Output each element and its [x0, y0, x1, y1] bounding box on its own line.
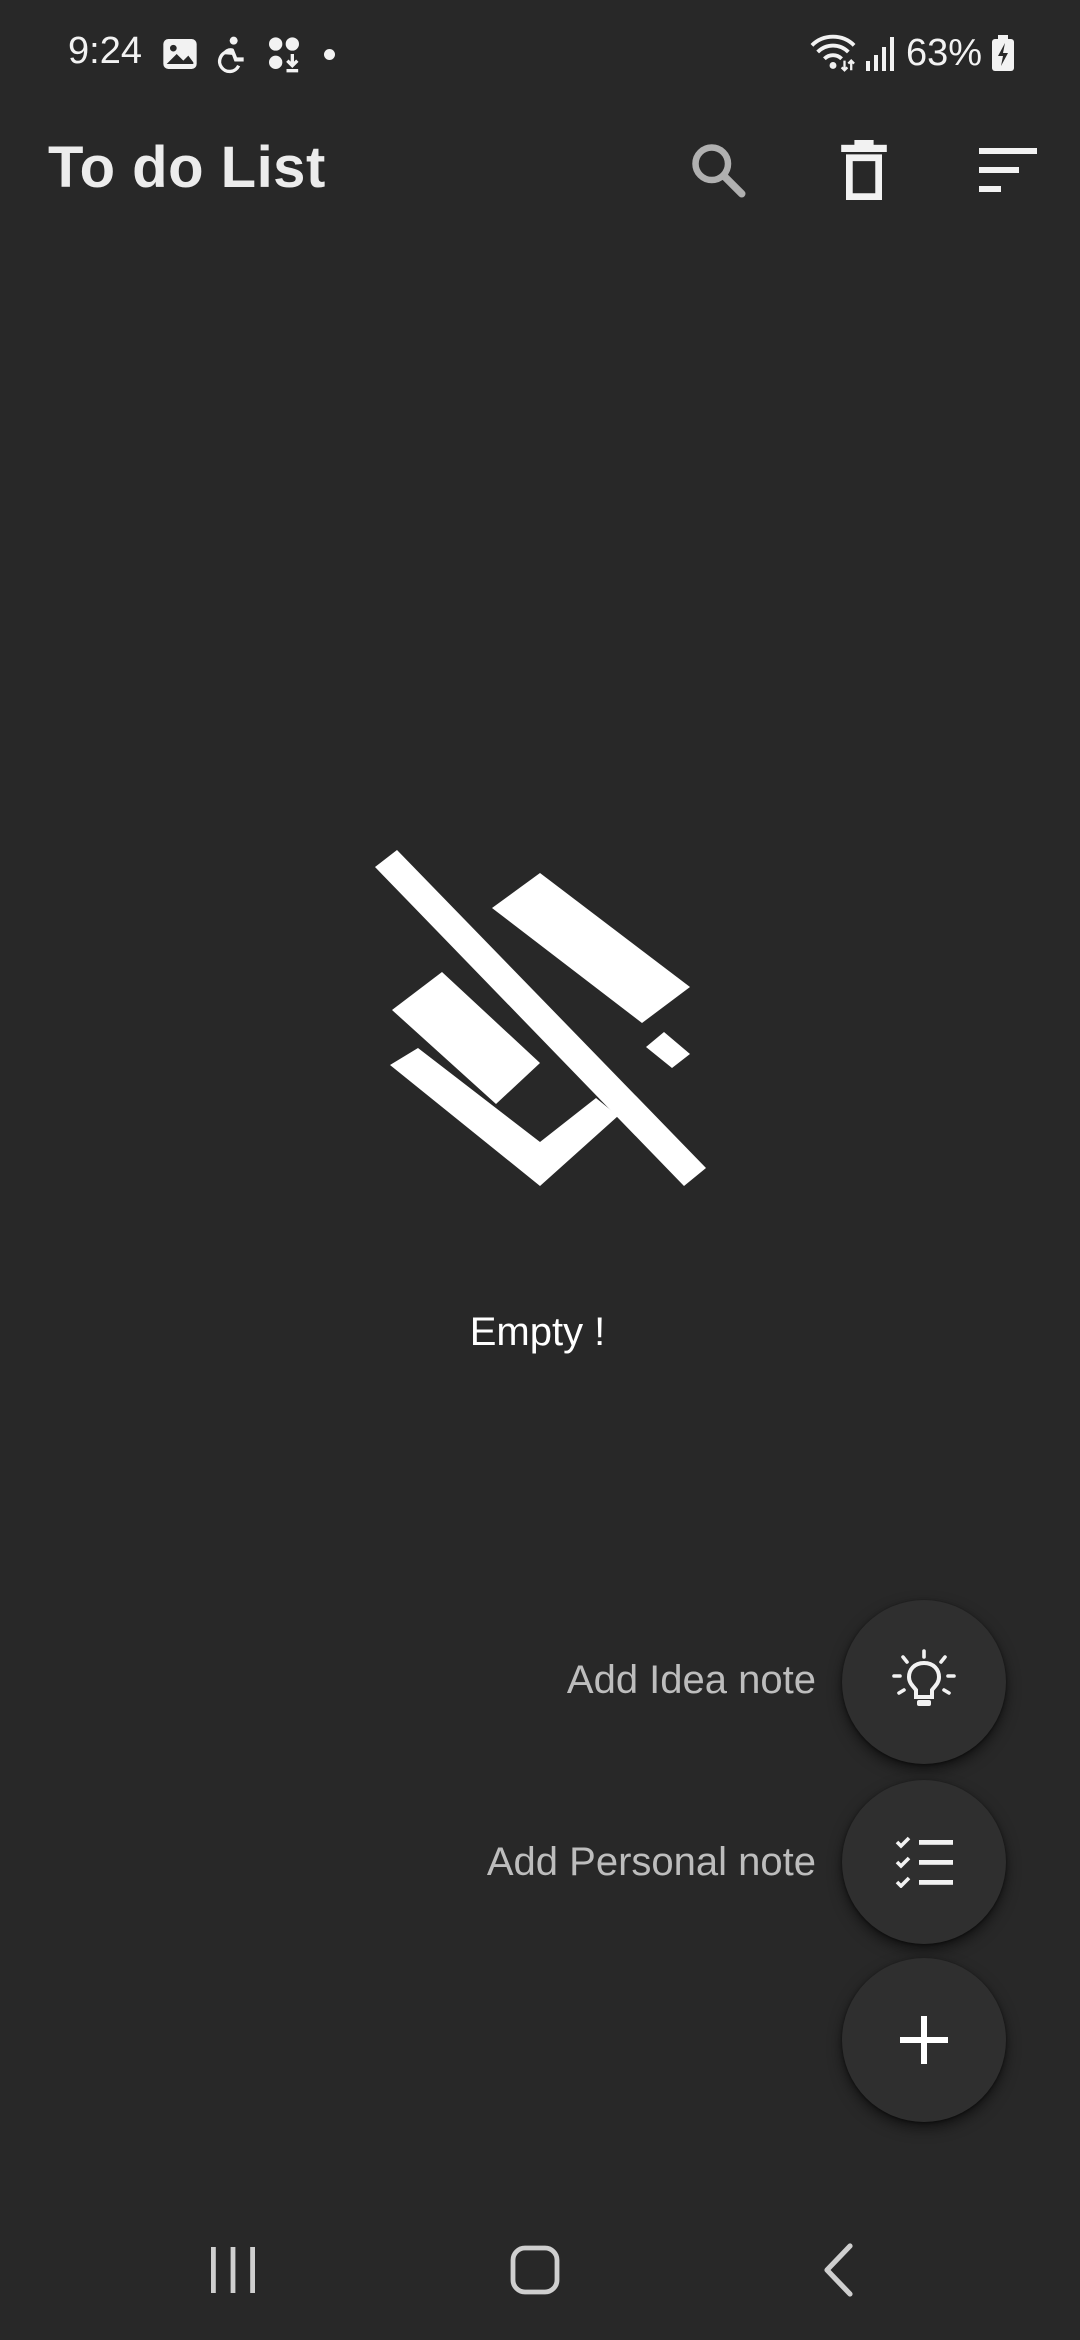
layers-off-icon	[375, 850, 706, 1186]
status-notification-icons	[160, 34, 335, 74]
battery-percent: 63%	[905, 31, 982, 74]
recents-icon	[211, 2247, 255, 2293]
search-icon	[692, 144, 746, 198]
add-idea-note-button[interactable]	[842, 1600, 1006, 1764]
empty-message: Empty !	[469, 1310, 606, 1354]
screen: 9:24 63% To do List Empty ! Add Idea not…	[0, 0, 1080, 2340]
home-button[interactable]	[475, 2230, 595, 2310]
fab-item-idea: Add Idea note	[0, 1600, 1080, 1770]
search-button[interactable]	[678, 130, 758, 210]
status-bar: 9:24 63%	[0, 0, 1080, 105]
page-title: To do List	[48, 135, 326, 200]
signal-icon	[865, 37, 894, 71]
status-system-icons: 63%	[810, 30, 1014, 76]
lightbulb-icon	[892, 1649, 956, 1706]
navigation-bar	[0, 2200, 1080, 2340]
back-icon	[824, 2243, 853, 2297]
sort-button[interactable]	[968, 130, 1048, 210]
status-time: 9:24	[68, 30, 142, 72]
accessibility-icon	[217, 36, 244, 74]
add-personal-note-label[interactable]: Add Personal note	[487, 1840, 816, 1885]
recents-button[interactable]	[173, 2230, 293, 2310]
back-button[interactable]	[778, 2230, 898, 2310]
fab-item-main	[0, 1958, 1080, 2128]
add-personal-note-button[interactable]	[842, 1780, 1006, 1944]
delete-all-button[interactable]	[824, 130, 904, 210]
gallery-icon	[163, 39, 197, 69]
wifi-icon	[810, 34, 856, 72]
trash-icon	[841, 140, 887, 200]
plus-icon	[900, 2016, 948, 2064]
app-bar: To do List	[0, 110, 1080, 220]
home-icon	[510, 2245, 560, 2295]
add-note-fab[interactable]	[842, 1958, 1006, 2122]
fab-item-personal: Add Personal note	[0, 1780, 1080, 1950]
battery-charging-icon	[992, 35, 1014, 71]
add-idea-note-label[interactable]: Add Idea note	[567, 1658, 816, 1703]
checklist-icon	[895, 1836, 953, 1888]
sort-icon	[979, 148, 1037, 192]
downloads-icon	[269, 37, 299, 73]
notification-dot	[324, 48, 335, 60]
